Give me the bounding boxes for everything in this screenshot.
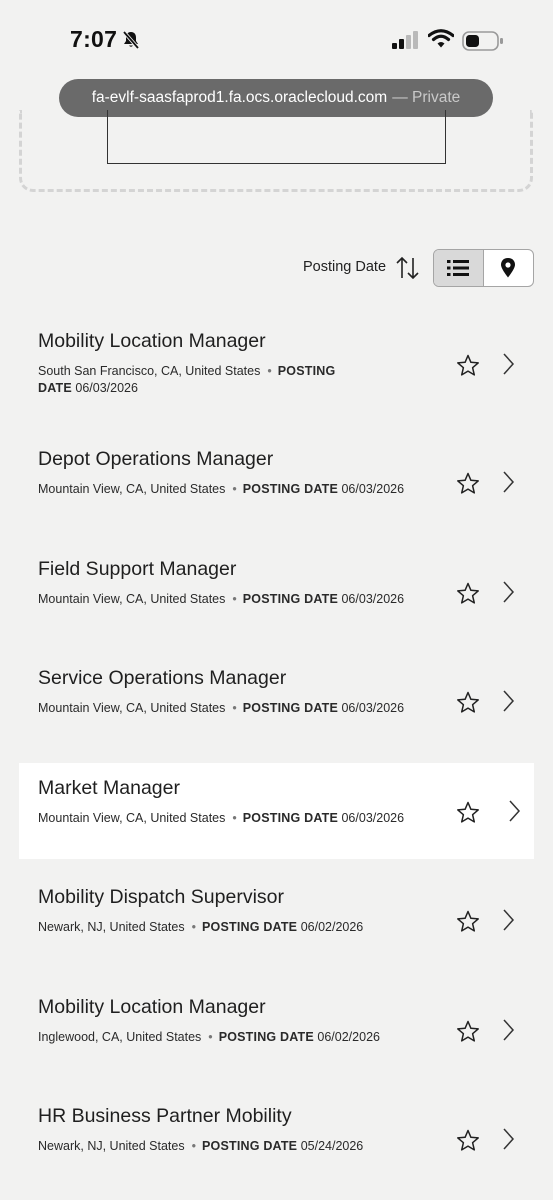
job-title[interactable]: Market Manager (38, 777, 180, 800)
job-meta: Mountain View, CA, United States • POSTING… (38, 592, 405, 606)
status-time: 7:07 (70, 26, 118, 52)
job-location: Mountain View, CA, United States (38, 811, 226, 825)
job-list-item[interactable]: HR Business Partner Mobility Newark, NJ,… (19, 1091, 534, 1187)
posting-date: 06/03/2026 (341, 701, 405, 715)
list-view-icon (447, 260, 470, 276)
job-meta: South San Francisco, CA, United States • P… (38, 364, 336, 395)
battery-icon (462, 31, 503, 51)
posting-date: 05/24/2026 (300, 1139, 364, 1153)
job-list-item[interactable]: Mobility Location Manager Inglewood, CA,… (19, 982, 534, 1078)
job-meta: Mountain View, CA, United States • POSTING… (38, 811, 405, 825)
sort-label[interactable]: Posting Date (303, 259, 386, 275)
favorite-star-icon[interactable] (456, 1129, 480, 1152)
chevron-right-icon[interactable] (501, 908, 515, 932)
favorite-star-icon[interactable] (456, 691, 480, 714)
posting-date: 06/03/2026 (341, 592, 405, 606)
view-toggle (433, 249, 534, 287)
status-bar: 7:07 (0, 0, 553, 78)
posting-date-label: POSTING DATE (242, 482, 338, 496)
list-view-button[interactable] (434, 250, 484, 286)
favorite-star-icon[interactable] (456, 910, 480, 933)
chevron-right-icon[interactable] (501, 689, 515, 713)
chevron-right-icon[interactable] (501, 580, 515, 604)
chevron-right-icon[interactable] (501, 1018, 515, 1042)
results-toolbar: Posting Date (0, 248, 553, 288)
posting-date-label: POSTING DATE (242, 592, 338, 606)
posting-date: 06/03/2026 (341, 811, 405, 825)
job-title[interactable]: Depot Operations Manager (38, 448, 273, 471)
posting-date: 06/02/2026 (300, 920, 364, 934)
job-title[interactable]: HR Business Partner Mobility (38, 1105, 292, 1128)
chevron-right-icon[interactable] (501, 470, 515, 494)
job-location: South San Francisco, CA, United States (38, 364, 261, 378)
favorite-star-icon[interactable] (456, 354, 480, 377)
favorite-star-icon[interactable] (456, 801, 480, 824)
chevron-right-icon[interactable] (507, 799, 521, 823)
job-title[interactable]: Mobility Location Manager (38, 330, 266, 353)
url-text: fa-evlf-saasfaprod1.fa.ocs.oraclecloud.c… (91, 89, 388, 106)
job-meta: Newark, NJ, United States • POSTING DATE 0… (38, 1139, 364, 1153)
job-title[interactable]: Mobility Location Manager (38, 996, 266, 1019)
posting-date-label: POSTING DATE (242, 811, 338, 825)
job-list-item[interactable]: Service Operations Manager Mountain View… (19, 653, 534, 749)
job-list-item[interactable]: Mobility Dispatch Supervisor Newark, NJ,… (19, 872, 534, 968)
map-panel (107, 110, 446, 164)
posting-date-label: POSTING DATE (201, 1139, 298, 1153)
posting-date-label: DATE (38, 381, 72, 395)
job-title[interactable]: Field Support Manager (38, 558, 236, 581)
favorite-star-icon[interactable] (456, 472, 480, 495)
chevron-right-icon[interactable] (501, 352, 515, 376)
favorite-star-icon[interactable] (456, 582, 480, 605)
posting-date-label: POSTING DATE (201, 920, 298, 934)
map-pin-icon (501, 258, 516, 278)
posting-date-label: POSTING DATE (218, 1030, 314, 1044)
job-meta: Inglewood, CA, United States • POSTING DAT… (38, 1030, 380, 1044)
job-list-item[interactable]: Depot Operations Manager Mountain View, … (19, 434, 534, 530)
job-list-item[interactable]: Mobility Location Manager South San Fran… (19, 316, 534, 412)
job-location: Inglewood, CA, United States (38, 1030, 202, 1044)
map-view-button[interactable] (484, 250, 534, 286)
posting-date-label: POSTING DATE (242, 701, 338, 715)
job-location: Mountain View, CA, United States (38, 592, 226, 606)
private-mode-label: — Private (392, 89, 461, 106)
posting-date: 06/03/2026 (75, 381, 138, 395)
job-title[interactable]: Mobility Dispatch Supervisor (38, 886, 284, 909)
posting-date: 06/03/2026 (341, 482, 405, 496)
job-meta: Mountain View, CA, United States • POSTING… (38, 482, 405, 496)
job-location: Newark, NJ, United States (38, 1139, 185, 1153)
favorite-star-icon[interactable] (456, 1020, 480, 1043)
job-list-item[interactable]: Field Support Manager Mountain View, CA,… (19, 544, 534, 640)
job-location: Mountain View, CA, United States (38, 701, 226, 715)
wifi-icon (428, 29, 454, 48)
posting-date: 06/02/2026 (317, 1030, 380, 1044)
sort-arrows-icon[interactable] (394, 256, 422, 280)
job-list-item-selected[interactable]: Market Manager Mountain View, CA, United… (19, 763, 534, 859)
job-location: Newark, NJ, United States (38, 920, 185, 934)
job-title[interactable]: Service Operations Manager (38, 667, 286, 690)
posting-date-label: POSTING (277, 364, 336, 378)
job-meta: Newark, NJ, United States • POSTING DATE 0… (38, 920, 364, 934)
chevron-right-icon[interactable] (501, 1127, 515, 1151)
bell-slash-icon (122, 30, 140, 50)
job-meta: Mountain View, CA, United States • POSTING… (38, 701, 405, 715)
job-location: Mountain View, CA, United States (38, 482, 226, 496)
signal-icon (392, 31, 418, 49)
